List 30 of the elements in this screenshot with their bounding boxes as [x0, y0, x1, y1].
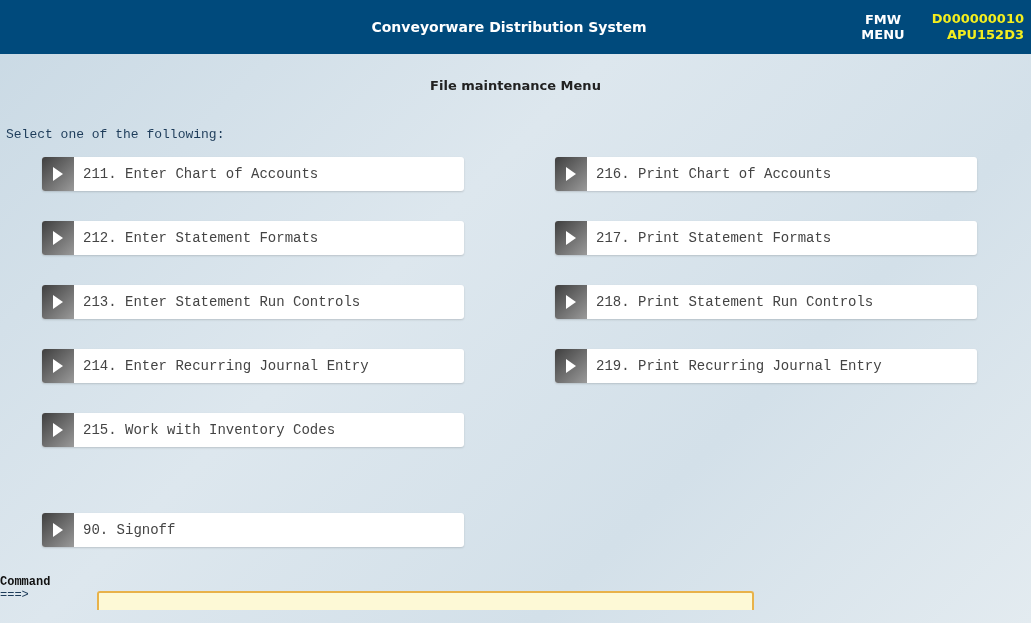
- play-icon: [42, 513, 74, 547]
- play-icon: [555, 349, 587, 383]
- menu-option[interactable]: 219. Print Recurring Journal Entry: [555, 349, 977, 383]
- prompt-text: Select one of the following:: [6, 127, 225, 142]
- menu-option[interactable]: 214. Enter Recurring Journal Entry: [42, 349, 464, 383]
- session-id: APU152D3: [946, 27, 1024, 43]
- play-icon: [42, 349, 74, 383]
- play-icon: [42, 157, 74, 191]
- command-field[interactable]: [97, 591, 754, 610]
- play-icon: [555, 221, 587, 255]
- menu-option[interactable]: 217. Print Statement Formats: [555, 221, 977, 255]
- play-icon: [555, 285, 587, 319]
- play-icon: [42, 221, 74, 255]
- play-icon: [42, 285, 74, 319]
- prompt-arrow: ===>: [0, 589, 30, 602]
- menu-option[interactable]: 216. Print Chart of Accounts: [555, 157, 977, 191]
- page-title: File maintenance Menu: [429, 78, 602, 94]
- menu-option[interactable]: 213. Enter Statement Run Controls: [42, 285, 464, 319]
- menu-option[interactable]: 211. Enter Chart of Accounts: [42, 157, 464, 191]
- menu-code: MENU: [861, 27, 905, 42]
- play-icon: [555, 157, 587, 191]
- menu-option[interactable]: 215. Work with Inventory Codes: [42, 413, 464, 447]
- session-id: D000000010: [931, 11, 1024, 27]
- menu-code: FMW: [864, 12, 902, 27]
- menu-option[interactable]: 90. Signoff: [42, 513, 464, 547]
- menu-option[interactable]: 218. Print Statement Run Controls: [555, 285, 977, 319]
- window-title: Conveyorware Distribution System: [370, 19, 648, 35]
- play-icon: [42, 413, 74, 447]
- menu-option[interactable]: 212. Enter Statement Formats: [42, 221, 464, 255]
- command-label: Command: [0, 576, 51, 589]
